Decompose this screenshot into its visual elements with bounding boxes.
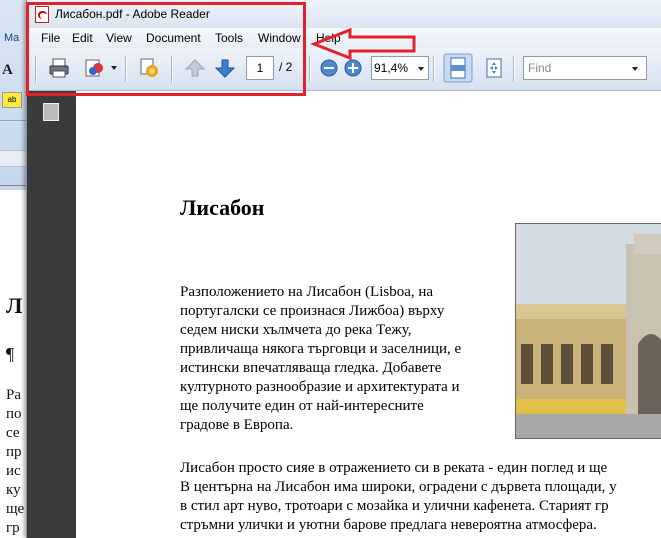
text-line: в стил арт нуво, тротоари с мозайка и ул… — [180, 498, 609, 514]
text-line: истински впечатляваща гледка. Добавете — [180, 360, 442, 376]
zoom-dropdown-icon[interactable] — [418, 67, 424, 71]
text-line: португалски се произнася Лижбоа) върху — [180, 303, 445, 319]
document-title: Лисабон — [180, 195, 265, 220]
find-dropdown-icon[interactable] — [632, 67, 638, 71]
text-line: стръмни улички и уютни барове предлага н… — [180, 517, 597, 533]
background-text-line: гр — [6, 520, 20, 536]
background-text-line: по — [6, 406, 22, 422]
text-line: привличаща някога търговци и заселници, … — [180, 341, 462, 357]
background-text-line: Ра — [6, 387, 21, 403]
background-menu-fragment[interactable]: Ma — [4, 32, 19, 44]
toolbar-separator — [433, 56, 435, 82]
background-text-line: пр — [6, 444, 22, 460]
navigation-pane — [27, 91, 76, 538]
background-heading-fragment: Л — [6, 293, 23, 318]
text-line: седем ниски хълмчета до река Тежу, — [180, 322, 412, 338]
find-input[interactable]: Find — [523, 56, 647, 80]
background-text-column: Ра по се пр ис ку ще гр — [6, 386, 24, 538]
text-line: културното разнообразие и архитектурата … — [180, 379, 460, 395]
background-text-line: ку — [6, 482, 21, 498]
fit-page-icon[interactable] — [482, 56, 506, 80]
document-paragraph-1: Разположението на Лисабон (Lisboa, на по… — [180, 283, 500, 435]
pages-panel-icon[interactable] — [40, 100, 59, 121]
text-line: Разположението на Лисабон (Lisboa, на — [180, 284, 434, 300]
annotation-arrow — [310, 28, 416, 60]
fit-width-icon[interactable] — [443, 53, 473, 83]
text-line: Лисабон просто сияе в отражението си в р… — [180, 460, 608, 476]
background-text-line: ще — [6, 501, 25, 517]
font-size-icon[interactable]: A — [2, 62, 13, 79]
text-line: В центърна на Лисабон има широки, ограде… — [180, 479, 617, 495]
text-line: ще получите един от най-интересните — [180, 398, 424, 414]
background-text-line: се — [6, 425, 20, 441]
lisbon-photo-illustration — [516, 224, 661, 438]
document-view[interactable]: Лисабон Разположението на Лисабон (Lisbo… — [76, 91, 661, 538]
annotation-rectangle — [26, 2, 306, 96]
toolbar-separator — [513, 56, 515, 82]
document-paragraph-2: Лисабон просто сияе в отражението си в р… — [180, 459, 617, 535]
highlight-icon[interactable]: ab — [2, 92, 22, 108]
page-edge — [0, 185, 26, 186]
text-line: градове в Европа. — [180, 417, 294, 433]
pilcrow-mark: ¶ — [6, 344, 15, 364]
background-text-line: ис — [6, 463, 21, 479]
lisbon-photo — [515, 223, 661, 439]
